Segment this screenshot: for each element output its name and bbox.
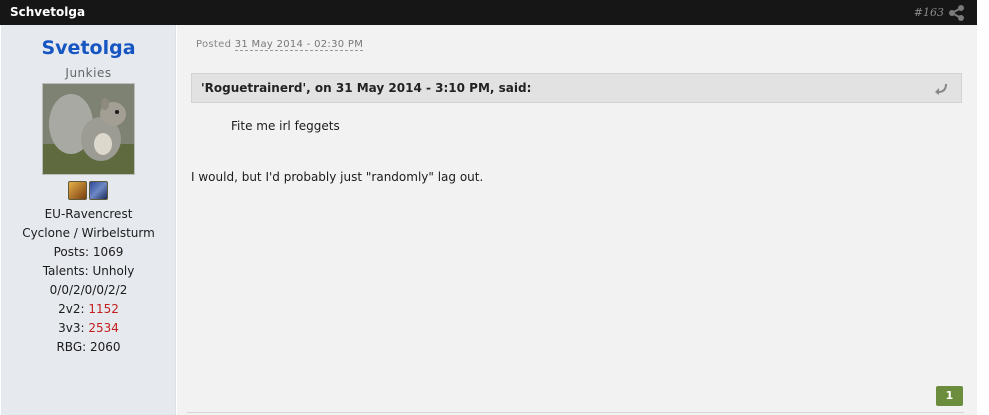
quote-citation: 'Roguetrainerd', on 31 May 2014 - 3:10 P… [201, 81, 532, 95]
author-posts: Posts: 1069 [53, 245, 124, 259]
rating-3v3-value: 2534 [88, 321, 119, 335]
post-divider [187, 412, 964, 413]
post-header: Schvetolga #163 [0, 0, 977, 25]
author-realm: EU-Ravencrest [44, 207, 133, 221]
rating-2v2-value: 1152 [88, 302, 119, 316]
author-panel: Svetolga Junkies EU-Ravencrest Cyclone /… [1, 25, 176, 415]
author-battlegroup: Cyclone / Wirbelsturm [22, 226, 155, 240]
reputation-badge[interactable]: 1 [936, 386, 963, 406]
post-meta: Posted 31 May 2014 - 02:30 PM [196, 39, 364, 51]
post-author-name[interactable]: Schvetolga [10, 5, 85, 19]
post-body: Posted 31 May 2014 - 02:30 PM 'Roguetrai… [177, 25, 977, 415]
rating-3v3: 3v3: 2534 [1, 319, 176, 338]
author-info: EU-Ravencrest Cyclone / Wirbelsturm Post… [1, 205, 176, 357]
post-number-link[interactable]: #163 [914, 6, 944, 19]
rating-3v3-label: 3v3: [58, 321, 89, 335]
rating-rbg: RBG: 2060 [56, 340, 121, 354]
warrior-badge-icon[interactable] [68, 181, 87, 200]
posted-label: Posted [196, 39, 232, 50]
author-talent-build: 0/0/2/0/0/2/2 [49, 283, 128, 297]
shaman-badge-icon[interactable] [89, 181, 108, 200]
author-talents: Talents: Unholy [42, 264, 135, 278]
rating-2v2: 2v2: 1152 [1, 300, 176, 319]
author-username[interactable]: Svetolga [1, 37, 176, 59]
quote-header: 'Roguetrainerd', on 31 May 2014 - 3:10 P… [191, 73, 962, 103]
squirrel-avatar-icon [43, 84, 134, 174]
reply-text: I would, but I'd probably just "randomly… [191, 170, 484, 184]
achievement-badges [68, 181, 109, 200]
post-date[interactable]: 31 May 2014 - 02:30 PM [234, 39, 364, 51]
author-group: Junkies [65, 66, 112, 80]
avatar[interactable] [42, 83, 135, 175]
quote-text: Fite me irl feggets [231, 119, 340, 133]
rating-2v2-label: 2v2: [58, 302, 89, 316]
share-icon[interactable] [948, 4, 966, 22]
snapback-icon[interactable] [934, 83, 948, 95]
